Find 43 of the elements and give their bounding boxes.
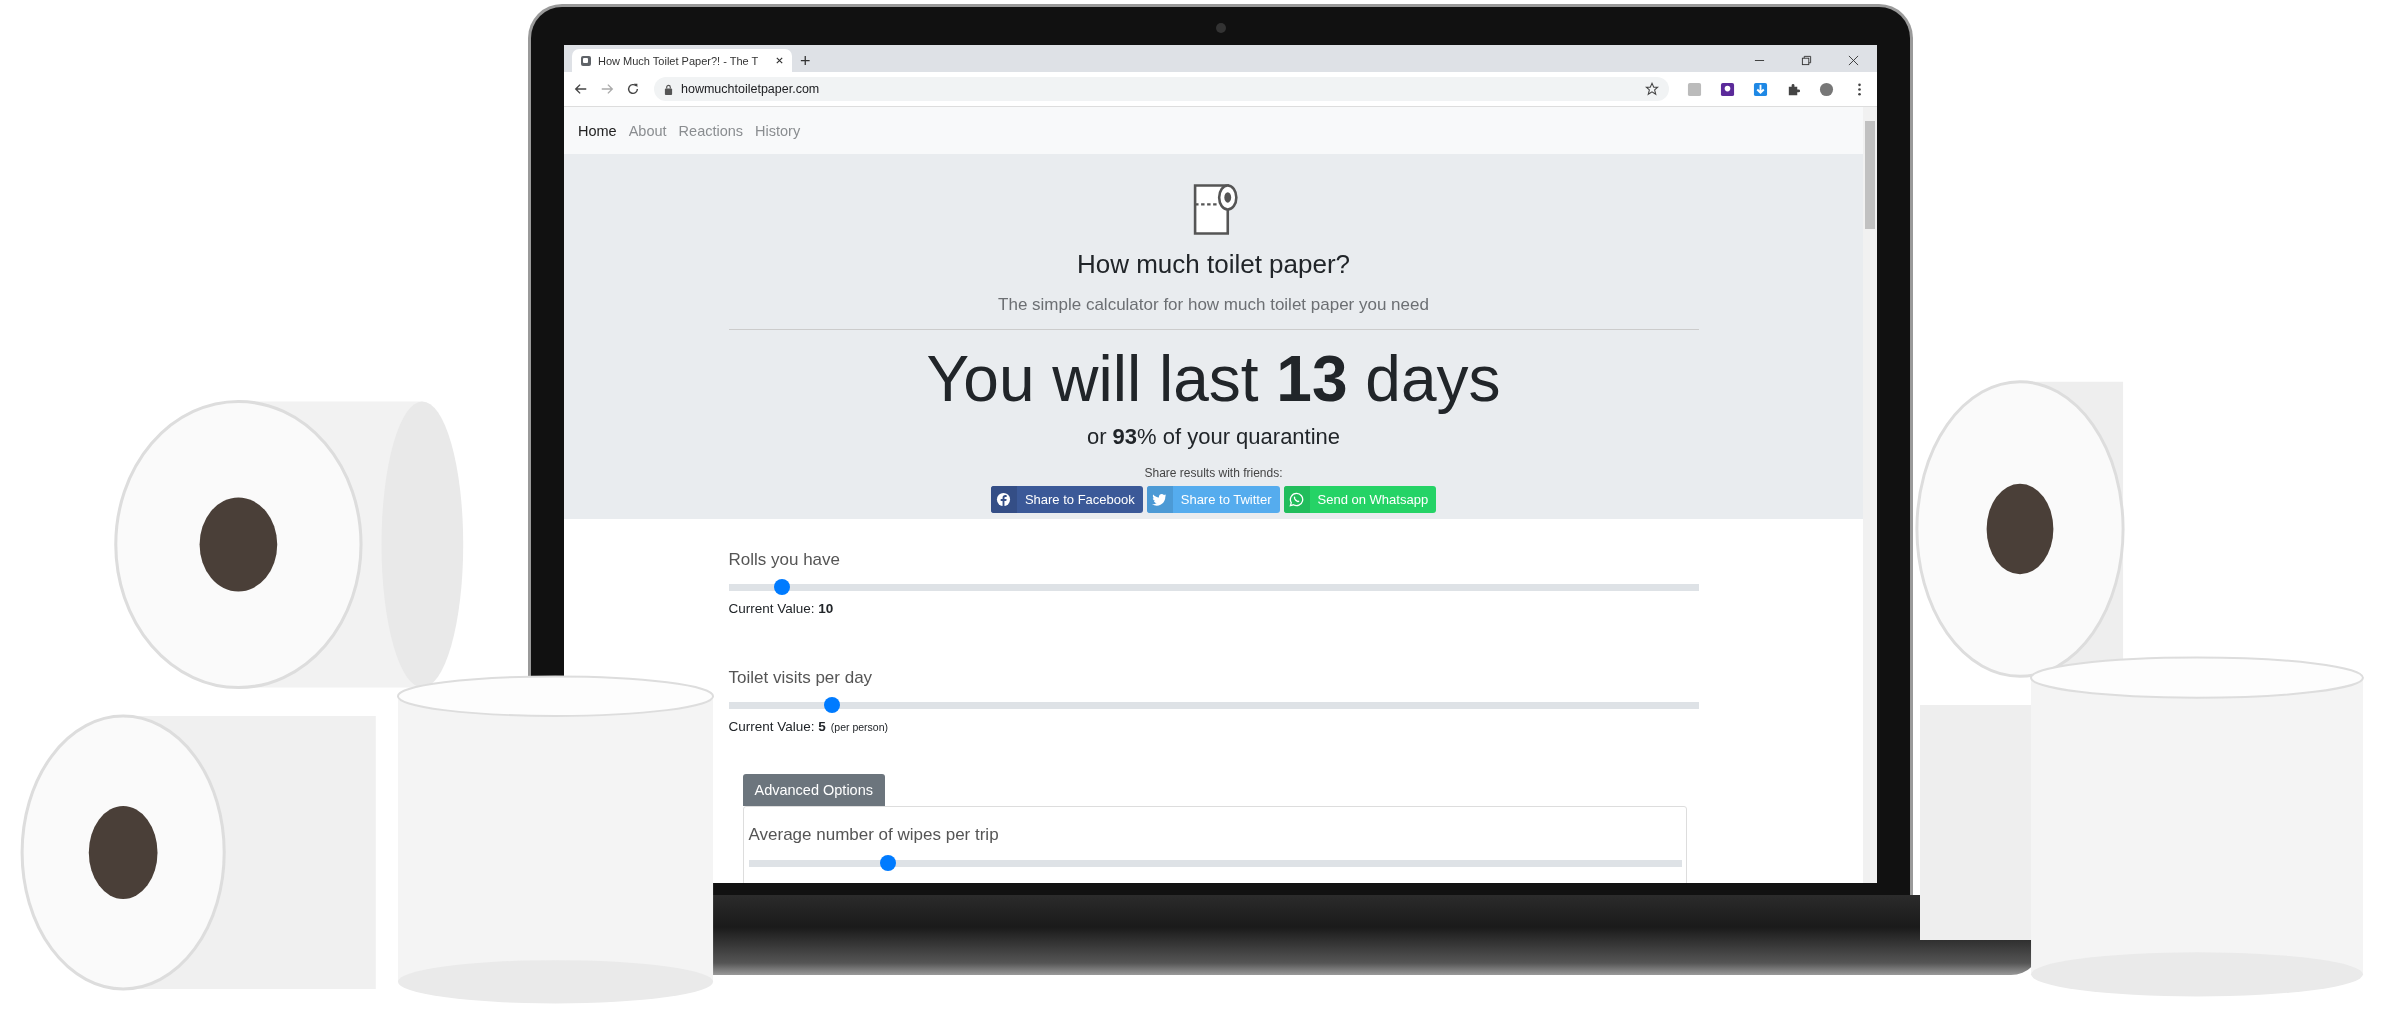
whatsapp-icon <box>1289 492 1305 507</box>
page-title: How much toilet paper? <box>1076 249 1351 280</box>
result-headline: You will last 13 days <box>926 342 1501 417</box>
lock-icon <box>664 83 673 95</box>
unit-note: (per person) <box>830 721 888 733</box>
star-icon[interactable] <box>1645 82 1659 96</box>
restore-icon[interactable] <box>1801 55 1812 66</box>
current-value: Current Value: 10 <box>728 601 834 616</box>
facebook-share-button[interactable]: Share to Facebook <box>990 486 1143 513</box>
slider-thumb[interactable] <box>880 855 897 871</box>
twitter-share-button[interactable]: Share to Twitter <box>1146 486 1280 513</box>
avatar-icon[interactable] <box>1819 81 1834 97</box>
slider-label: Rolls you have <box>728 550 841 570</box>
nav-link[interactable]: About <box>622 122 673 139</box>
close-icon[interactable] <box>775 56 784 65</box>
browser-tab[interactable]: How Much Toilet Paper?! - The T <box>572 49 792 72</box>
camera-icon <box>1215 23 1226 33</box>
close-icon[interactable] <box>1848 55 1859 66</box>
slider-thumb[interactable] <box>773 579 790 595</box>
puzzle-icon[interactable] <box>1786 81 1801 97</box>
new-tab-button[interactable]: + <box>792 51 819 71</box>
back-icon[interactable] <box>574 82 588 96</box>
url-text: howmuchtoiletpaper.com <box>681 82 820 96</box>
nav-link[interactable]: Reactions <box>672 122 750 139</box>
facebook-icon <box>996 492 1012 507</box>
slider-label: Toilet visits per day <box>728 668 874 688</box>
page-icon <box>580 54 592 67</box>
quarantine-text: or 93% of your quarantine <box>1086 424 1341 450</box>
nav-link[interactable]: Home <box>572 122 623 139</box>
slider-label: Average number of wipes per trip <box>748 825 1000 845</box>
bird-icon <box>1152 492 1168 507</box>
current-value: Current Value: 5 <box>728 719 826 734</box>
address-bar[interactable]: howmuchtoiletpaper.com <box>654 77 1669 101</box>
reload-icon[interactable] <box>626 82 640 96</box>
share-label: Share results with friends: <box>1144 466 1283 480</box>
nav-link[interactable]: History <box>749 122 807 139</box>
subtitle: The simple calculator for how much toilet paper you need <box>998 295 1429 315</box>
download-icon[interactable] <box>1753 81 1768 97</box>
slider-thumb[interactable] <box>824 697 841 713</box>
advanced-options-button[interactable]: Advanced Options <box>742 774 885 806</box>
scrollbar[interactable] <box>1863 107 1877 883</box>
extension-icon[interactable] <box>1720 81 1735 97</box>
tab-title: How Much Toilet Paper?! - The T <box>598 54 760 67</box>
